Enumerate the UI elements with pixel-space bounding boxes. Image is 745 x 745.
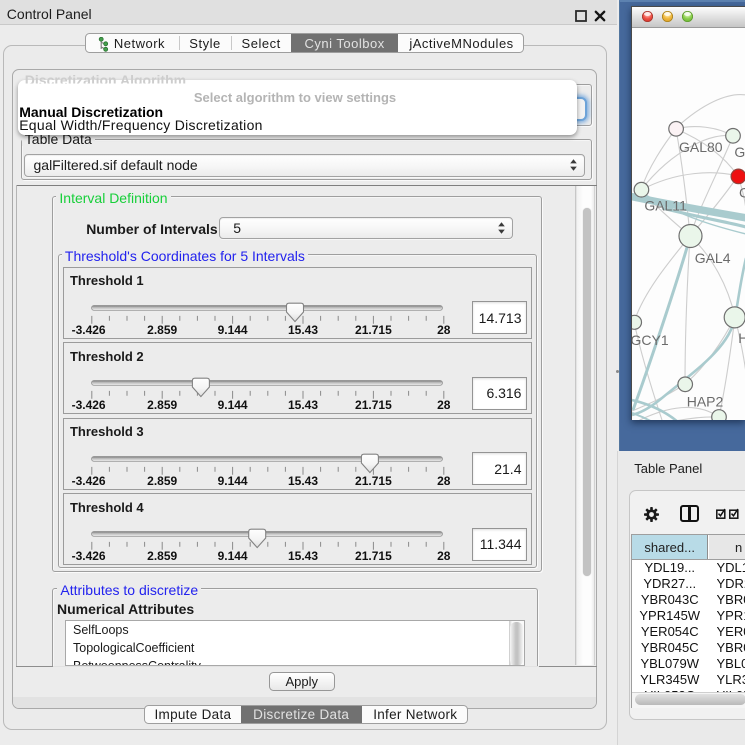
svg-text:9.144: 9.144 [218,398,248,412]
svg-text:21.715: 21.715 [355,549,392,563]
svg-text:2.859: 2.859 [148,549,178,563]
svg-text:-3.426: -3.426 [72,398,106,412]
svg-text:28: 28 [438,549,452,563]
svg-text:15.43: 15.43 [288,549,318,563]
svg-text:H: H [738,330,745,346]
svg-text:GAL1: GAL1 [734,144,745,160]
svg-text:GAL11: GAL11 [644,197,687,213]
svg-text:28: 28 [438,473,452,487]
svg-text:21.715: 21.715 [355,398,392,412]
svg-text:9.144: 9.144 [218,549,248,563]
svg-text:-3.426: -3.426 [72,549,106,563]
svg-text:21.715: 21.715 [355,473,392,487]
svg-text:GAL80: GAL80 [679,139,723,155]
svg-text:2.859: 2.859 [148,473,178,487]
svg-text:9.144: 9.144 [218,473,248,487]
svg-text:15.43: 15.43 [288,398,318,412]
svg-text:-3.426: -3.426 [72,473,106,487]
svg-text:9.144: 9.144 [218,322,248,336]
svg-text:15.43: 15.43 [288,473,318,487]
svg-text:-3.426: -3.426 [72,322,106,336]
svg-text:HAP2: HAP2 [687,393,724,409]
svg-text:GCY1: GCY1 [632,332,669,348]
svg-text:15.43: 15.43 [288,322,318,336]
svg-text:2.859: 2.859 [148,398,178,412]
svg-text:GAL4: GAL4 [695,250,731,266]
svg-text:28: 28 [438,398,452,412]
svg-text:C: C [739,184,745,200]
svg-text:28: 28 [438,322,452,336]
svg-text:21.715: 21.715 [355,322,392,336]
svg-text:2.859: 2.859 [148,322,178,336]
